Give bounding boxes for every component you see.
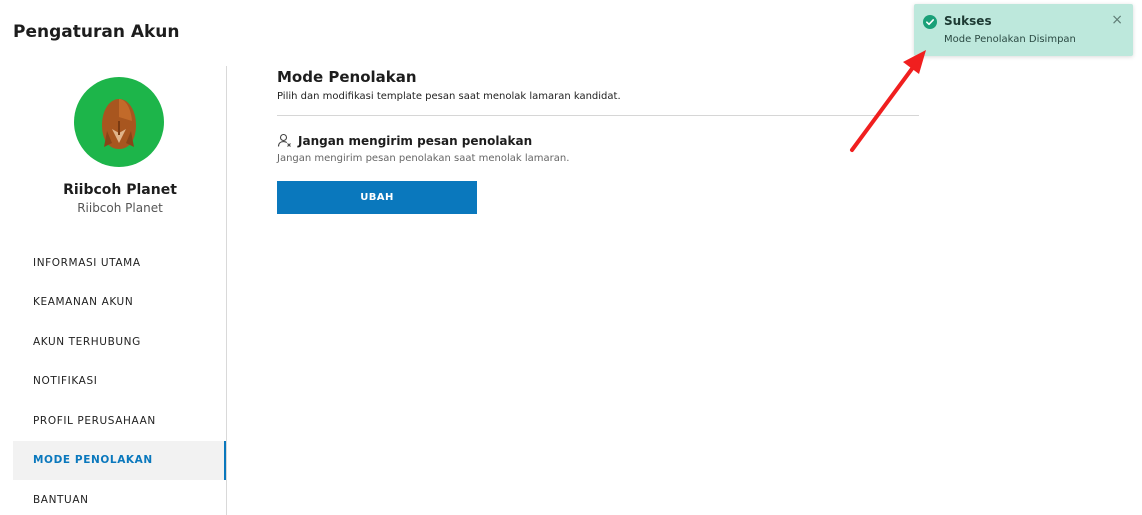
sidebar-item-bantuan[interactable]: BANTUAN xyxy=(13,480,227,515)
sidebar: Riibcoh Planet Riibcoh Planet INFORMASI … xyxy=(13,66,227,515)
profile-name: Riibcoh Planet xyxy=(63,182,177,198)
toast-title: Sukses xyxy=(944,14,992,28)
sidebar-item-akun-terhubung[interactable]: AKUN TERHUBUNG xyxy=(13,322,227,362)
toast-message: Mode Penolakan Disimpan xyxy=(944,34,1076,45)
option-title: Jangan mengirim pesan penolakan xyxy=(298,133,533,148)
success-toast: Sukses Mode Penolakan Disimpan × xyxy=(914,4,1133,56)
check-circle-icon xyxy=(923,15,937,29)
sidebar-item-notifikasi[interactable]: NOTIFIKASI xyxy=(13,362,227,402)
close-icon[interactable]: × xyxy=(1111,13,1123,27)
sidebar-item-keamanan-akun[interactable]: KEAMANAN AKUN xyxy=(13,283,227,323)
avatar xyxy=(74,77,164,167)
sidebar-item-mode-penolakan[interactable]: MODE PENOLAKAN xyxy=(13,440,226,480)
section-description: Pilih dan modifikasi template pesan saat… xyxy=(277,91,621,102)
divider xyxy=(277,115,919,116)
sidebar-item-informasi-utama[interactable]: INFORMASI UTAMA xyxy=(13,243,227,283)
option-description: Jangan mengirim pesan penolakan saat men… xyxy=(277,153,570,164)
profile-subtitle: Riibcoh Planet xyxy=(77,201,163,215)
option-row: Jangan mengirim pesan penolakan xyxy=(277,133,919,148)
main-content: Mode Penolakan Pilih dan modifikasi temp… xyxy=(277,66,919,214)
avatar-image xyxy=(102,99,136,149)
ubah-button[interactable]: UBAH xyxy=(277,181,477,214)
page-title: Pengaturan Akun xyxy=(13,22,180,42)
section-title: Mode Penolakan xyxy=(277,68,417,86)
user-x-icon xyxy=(277,133,291,147)
sidebar-item-profil-perusahaan[interactable]: PROFIL PERUSAHAAN xyxy=(13,401,227,441)
sidebar-nav: INFORMASI UTAMA KEAMANAN AKUN AKUN TERHU… xyxy=(13,243,227,515)
